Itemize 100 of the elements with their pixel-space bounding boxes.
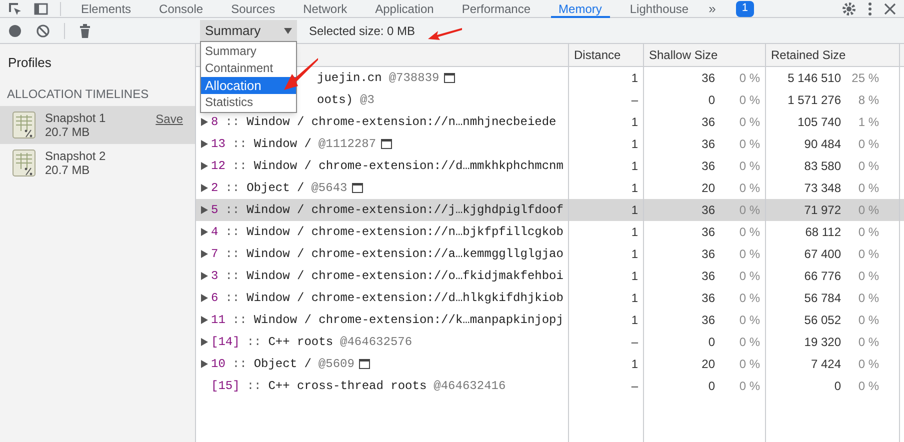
distance-cell-text: 1 [631, 180, 638, 197]
distance-cell-text: 1 [631, 224, 638, 241]
retained-percent-cell-text: 8 % [857, 92, 879, 109]
column-header[interactable]: Shallow Size [644, 44, 766, 66]
window-icon [359, 359, 370, 369]
shallow-percent-cell-text: 0 % [738, 114, 760, 131]
trash-icon[interactable] [79, 24, 91, 38]
retained-size-cell-text: 73 348 [804, 180, 841, 197]
annotation-arrow [284, 58, 318, 92]
caret-icon [284, 28, 292, 34]
clear-icon[interactable] [36, 24, 50, 38]
retained-percent-cell-text: 0 % [857, 356, 879, 373]
retained-percent-cell-text: 0 % [857, 290, 879, 307]
retained-size-cell-text: 1 571 276 [788, 92, 841, 109]
shallow-percent-cell-text: 0 % [738, 158, 760, 175]
more-tabs-button[interactable]: » [708, 0, 716, 18]
node-id: 13 [211, 136, 226, 153]
panel-tab[interactable]: Network [295, 0, 356, 18]
table-row[interactable]: [14] :: C++ roots @464632576 – 0 0 % 19 320 0 % [196, 331, 904, 353]
snapshot-item[interactable]: Snapshot 1 20.7 MB Save [0, 106, 195, 144]
shallow-percent-cell-text: 0 % [738, 180, 760, 197]
panel-tab[interactable]: Application [367, 0, 442, 18]
node-id: 8 [211, 114, 218, 131]
table-row[interactable]: 12 :: Window / chrome-extension://d…mmkhkphchmcnm 1 36 0 % 83 580 0 % [196, 155, 904, 177]
constructor-name: Object / [254, 356, 312, 373]
expand-arrow-icon[interactable] [201, 162, 208, 170]
distance-cell-text: 1 [631, 136, 638, 153]
expand-arrow-icon[interactable] [201, 360, 208, 368]
shallow-percent-cell-text: 0 % [738, 70, 760, 87]
table-row[interactable]: 10 :: Object / @5609 1 20 0 % 7 424 0 % [196, 353, 904, 375]
issues-badge[interactable]: 1 [736, 0, 754, 16]
expand-arrow-icon[interactable] [201, 140, 208, 148]
retained-percent-cell-text: 0 % [857, 224, 879, 241]
shallow-size-cell-text: 36 [702, 70, 715, 87]
record-icon[interactable] [8, 24, 22, 38]
retained-size-cell-text: 83 580 [804, 158, 841, 175]
node-id: 7 [211, 246, 218, 263]
constructor-name: Window / chrome-extension://d…mmkhkphchmcnm [254, 158, 564, 175]
constructor-name: Window / chrome-extension://d…hlkgkifdhjkiob [246, 290, 564, 307]
device-toolbar-icon[interactable] [34, 2, 48, 16]
table-row[interactable]: 13 :: Window / @1112287 1 36 0 % 90 484 0 % [196, 133, 904, 155]
constructor-name: C++ cross-thread roots [268, 378, 427, 395]
retained-size-cell-text: 56 784 [804, 290, 841, 307]
panel-tab[interactable]: Performance [454, 0, 539, 18]
shallow-size-cell-text: 20 [702, 180, 715, 197]
table-row[interactable]: 7 :: Window / chrome-extension://a…kemmggllglgjao 1 36 0 % 67 400 0 % [196, 243, 904, 265]
table-row[interactable]: 3 :: Window / chrome-extension://o…fkidjmakfehboi 1 36 0 % 66 776 0 % [196, 265, 904, 287]
separator: :: [225, 224, 240, 241]
retained-percent-cell-text: 0 % [857, 312, 879, 329]
expand-arrow-icon[interactable] [201, 184, 208, 192]
retained-size-cell-text: 5 146 510 [788, 70, 841, 87]
panel-tab[interactable]: Sources [223, 0, 284, 18]
section-header: ALLOCATION TIMELINES [6, 86, 150, 102]
expand-arrow-icon[interactable] [201, 316, 208, 324]
table-row[interactable]: 4 :: Window / chrome-extension://n…bjkfpfillcgkob 1 36 0 % 68 112 0 % [196, 221, 904, 243]
constructor-name: Window / chrome-extension://k…manpapkinjopj [254, 312, 564, 329]
separator: :: [225, 290, 240, 307]
table-row[interactable]: 5 :: Window / chrome-extension://j…kjghdpiglfdoof 1 36 0 % 71 972 0 % [196, 199, 904, 221]
panel-tab[interactable]: Lighthouse [622, 0, 697, 18]
dropdown-option[interactable]: Summary [201, 43, 296, 60]
shallow-size-cell-text: 36 [702, 158, 715, 175]
close-icon[interactable] [884, 2, 896, 14]
expand-arrow-icon[interactable] [201, 250, 208, 258]
table-row[interactable]: 11 :: Window / chrome-extension://k…manpapkinjopj 1 36 0 % 56 052 0 % [196, 309, 904, 331]
view-select[interactable]: Summary [200, 20, 297, 42]
separator: :: [232, 356, 247, 373]
retained-size-cell-text: 67 400 [804, 246, 841, 263]
column-header[interactable]: Retained Size [766, 44, 900, 66]
shallow-percent-cell-text: 0 % [738, 312, 760, 329]
dropdown-option[interactable]: Containment [201, 60, 296, 77]
column-header[interactable]: Distance [569, 44, 644, 66]
more-menu-icon[interactable] [868, 2, 872, 16]
settings-icon[interactable] [842, 2, 856, 16]
table-row[interactable]: 6 :: Window / chrome-extension://d…hlkgkifdhjkiob 1 36 0 % 56 784 0 % [196, 287, 904, 309]
snapshot-name: Snapshot 1 [45, 110, 107, 124]
expand-arrow-icon[interactable] [201, 118, 208, 126]
panel-tab[interactable]: Console [151, 0, 212, 18]
snapshot-size: 20.7 MB [45, 162, 91, 176]
dropdown-option[interactable]: Allocation [201, 77, 296, 94]
distance-cell-text: – [631, 378, 638, 395]
separator: :: [232, 136, 247, 153]
retained-size-cell-text: 66 776 [804, 268, 841, 285]
snapshot-item[interactable]: Snapshot 2 20.7 MB [0, 144, 195, 182]
table-row[interactable]: [15] :: C++ cross-thread roots @464632416 – 0 0 % 0 0 % [196, 375, 904, 397]
expand-arrow-icon[interactable] [201, 272, 208, 280]
distance-cell-text: 1 [631, 268, 638, 285]
expand-arrow-icon[interactable] [201, 228, 208, 236]
shallow-percent-cell-text: 0 % [738, 202, 760, 219]
expand-arrow-icon[interactable] [201, 338, 208, 346]
save-link[interactable]: Save [156, 110, 183, 128]
dropdown-option[interactable]: Statistics [201, 94, 296, 111]
expand-arrow-icon[interactable] [201, 206, 208, 214]
panel-tab[interactable]: Elements [73, 0, 140, 18]
separator: :: [232, 312, 247, 329]
inspect-icon[interactable] [8, 2, 22, 16]
shallow-size-cell-text: 36 [702, 290, 715, 307]
distance-cell-text: 1 [631, 312, 638, 329]
shallow-size-cell-text: 0 [708, 92, 715, 109]
distance-cell-text: – [631, 334, 638, 351]
expand-arrow-icon[interactable] [201, 294, 208, 302]
